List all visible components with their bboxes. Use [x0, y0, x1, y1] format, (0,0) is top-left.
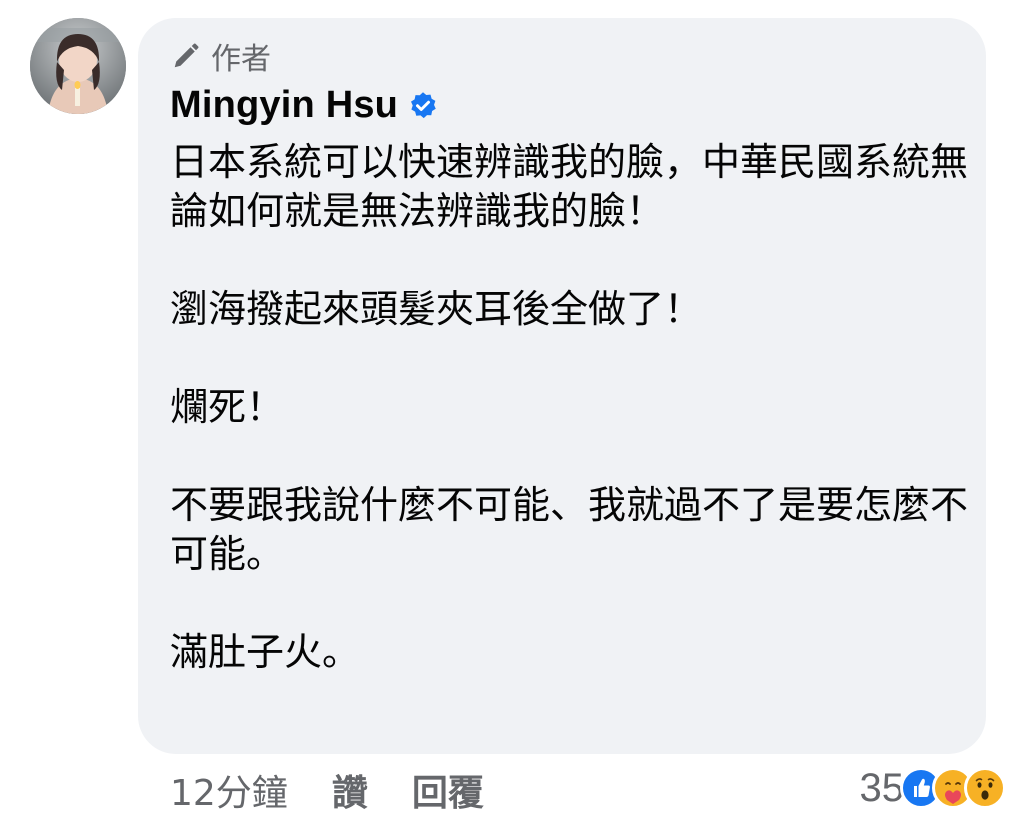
avatar-photo [30, 18, 126, 114]
pencil-icon [174, 43, 199, 68]
author-badge-label: 作者 [211, 42, 271, 77]
avatar[interactable] [30, 18, 126, 114]
like-button[interactable]: 讚 [332, 764, 368, 816]
comment-thread: 作者 Mingyin Hsu 日本系統可以快速辨識我的臉，中華民國系統無論如何就… [0, 0, 1024, 831]
comment-actions: 12分鐘 讚 回覆 [170, 766, 528, 814]
reply-button[interactable]: 回覆 [412, 764, 484, 816]
comment-paragraph: 滿肚子火。 [170, 630, 361, 674]
comment-paragraph: 不要跟我說什麼不可能、我就過不了是要怎麼不可能。 [170, 483, 969, 576]
verified-badge-icon [411, 91, 436, 118]
reactions-summary[interactable]: 35 [859, 762, 1006, 814]
author-name[interactable]: Mingyin Hsu [170, 84, 398, 127]
comment-paragraph: 日本系統可以快速辨識我的臉，中華民國系統無論如何就是無法辨識我的臉！ [170, 140, 969, 233]
author-row: Mingyin Hsu [170, 84, 438, 127]
comment-paragraph: 爛死！ [170, 385, 285, 429]
comment-paragraph: 瀏海撥起來頭髮夾耳後全做了！ [170, 287, 703, 331]
comment-timestamp[interactable]: 12分鐘 [170, 764, 288, 816]
author-badge: 作者 [171, 36, 271, 77]
reaction-count: 35 [859, 765, 905, 810]
wow-icon [964, 767, 1006, 809]
comment-text: 日本系統可以快速辨識我的臉，中華民國系統無論如何就是無法辨識我的臉！ 瀏海撥起來… [170, 138, 970, 677]
